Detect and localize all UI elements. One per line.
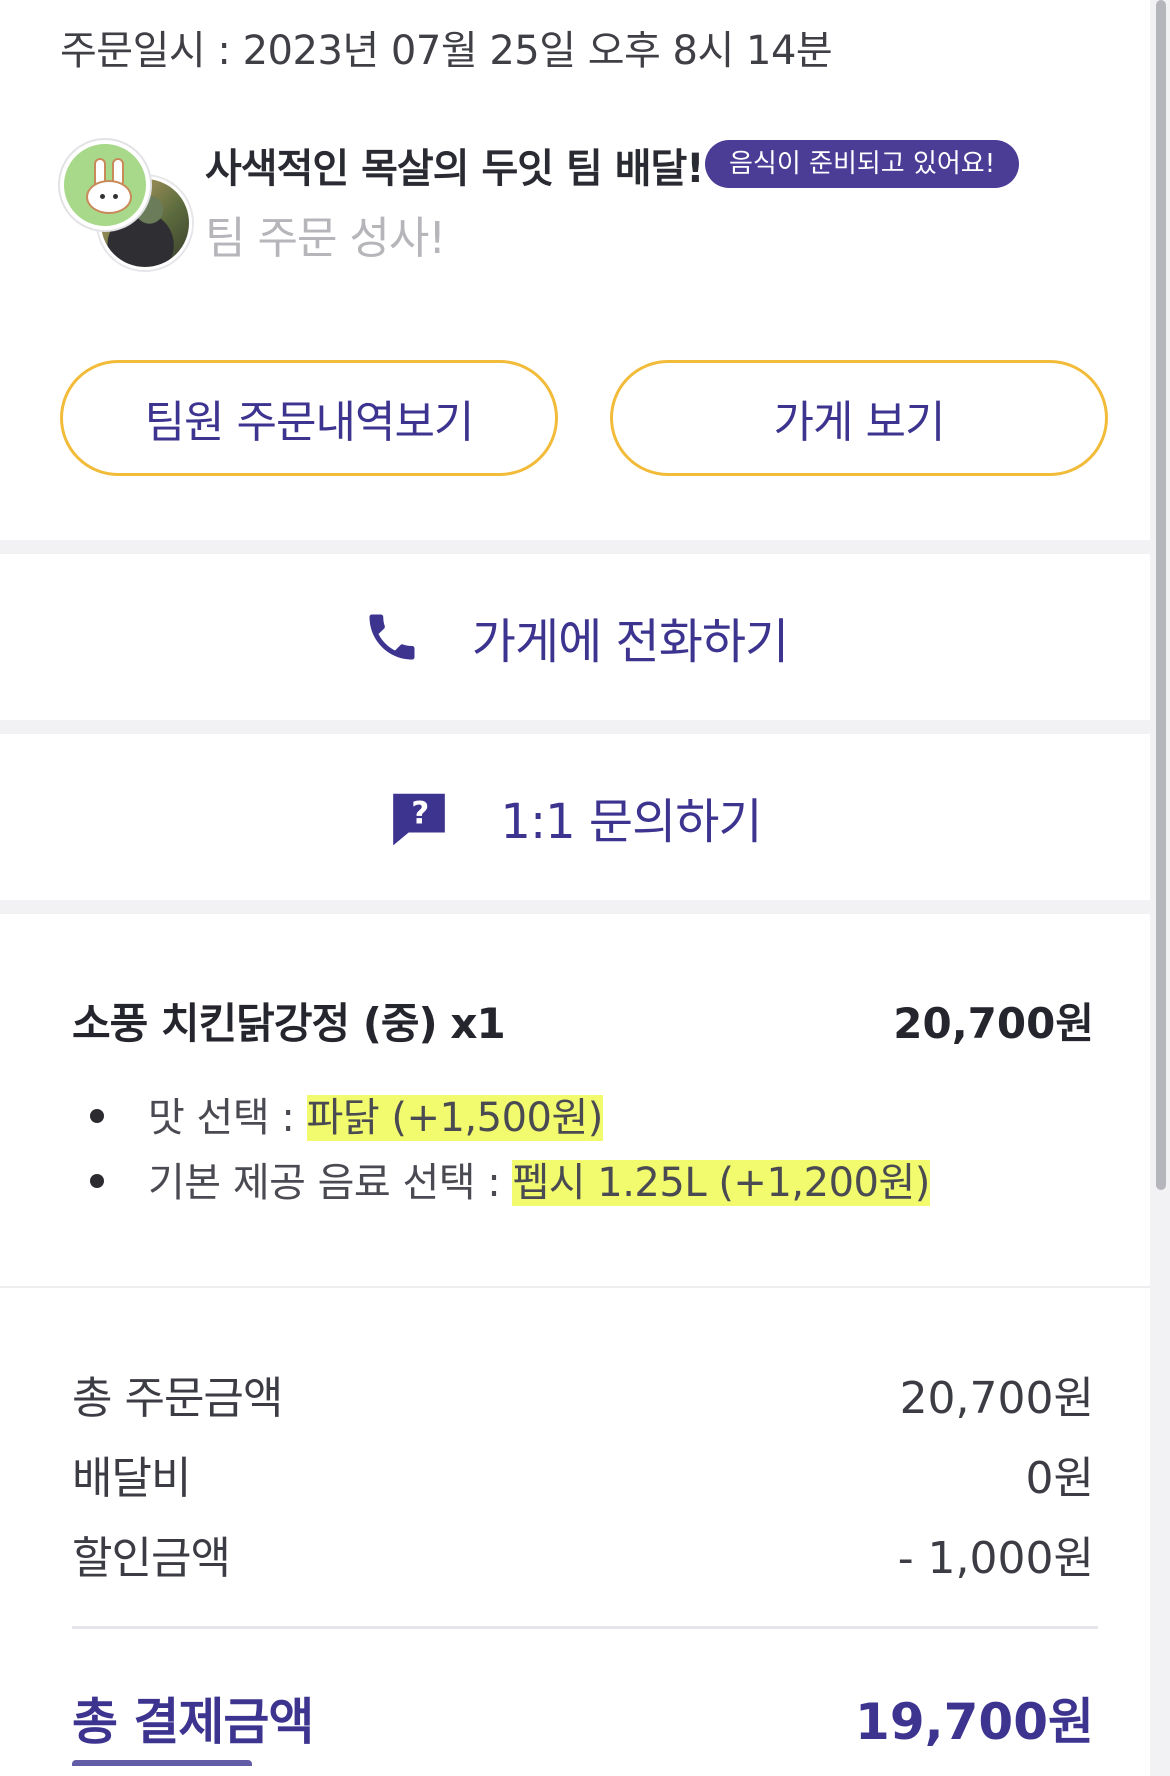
delivery-fee-value: 0원 <box>1025 1453 1094 1504</box>
section-divider <box>0 720 1150 734</box>
team-delivery-header: 사색적인 목살의 두잇 팀 배달! 음식이 준비되고 있어요! 팀 주문 성사! <box>60 140 1110 270</box>
question-chat-icon: ? <box>388 786 450 848</box>
cropped-text-fragment <box>72 1760 252 1776</box>
section-divider <box>0 900 1150 914</box>
scrollbar-thumb[interactable] <box>1156 0 1166 1190</box>
option-label: 맛 선택 : <box>148 1095 307 1141</box>
section-divider <box>0 540 1150 554</box>
call-store-button[interactable]: 가게에 전화하기 <box>0 554 1150 720</box>
order-datetime: 주문일시 : 2023년 07월 25일 오후 8시 14분 <box>60 28 833 74</box>
team-orders-button[interactable]: 팀원 주문내역보기 <box>60 360 558 476</box>
svg-text:?: ? <box>412 795 428 831</box>
option-line: 기본 제공 음료 선택 : 펩시 1.25L (+1,200원) <box>90 1150 930 1208</box>
option-label: 기본 제공 음료 선택 : <box>148 1160 513 1206</box>
status-badge: 음식이 준비되고 있어요! <box>705 140 1020 188</box>
bullet-icon <box>90 1174 104 1188</box>
section-divider <box>0 1286 1150 1288</box>
call-store-label: 가게에 전화하기 <box>471 614 789 670</box>
option-line: 맛 선택 : 파닭 (+1,500원) <box>90 1085 603 1143</box>
order-detail-page: 주문일시 : 2023년 07월 25일 오후 8시 14분 사색적인 목살의 … <box>0 0 1170 1776</box>
menu-item-price: 20,700원 <box>893 999 1094 1048</box>
view-store-button[interactable]: 가게 보기 <box>610 360 1108 476</box>
order-total-label: 총 주문금액 <box>72 1373 283 1424</box>
summary-divider <box>72 1626 1098 1629</box>
inquiry-label: 1:1 문의하기 <box>500 794 762 850</box>
bullet-icon <box>90 1109 104 1123</box>
discount-label: 할인금액 <box>72 1533 231 1584</box>
team-subtitle: 팀 주문 성사! <box>205 213 446 264</box>
bunny-avatar <box>60 140 150 230</box>
option-value: 파닭 (+1,500원) <box>306 1095 603 1141</box>
option-value: 펩시 1.25L (+1,200원) <box>512 1160 930 1206</box>
scrollbar-track[interactable] <box>1150 0 1170 1776</box>
payment-total-label: 총 결제금액 <box>72 1693 314 1751</box>
team-title: 사색적인 목살의 두잇 팀 배달! <box>205 146 705 192</box>
discount-value: - 1,000원 <box>897 1533 1094 1584</box>
inquiry-button[interactable]: ? 1:1 문의하기 <box>0 734 1150 900</box>
delivery-fee-label: 배달비 <box>72 1453 191 1504</box>
phone-icon <box>362 607 422 667</box>
menu-item-name: 소풍 치킨닭강정 (중) x1 <box>72 999 506 1048</box>
bunny-face <box>86 180 132 214</box>
order-total-value: 20,700원 <box>899 1373 1094 1424</box>
payment-total-value: 19,700원 <box>855 1693 1094 1751</box>
